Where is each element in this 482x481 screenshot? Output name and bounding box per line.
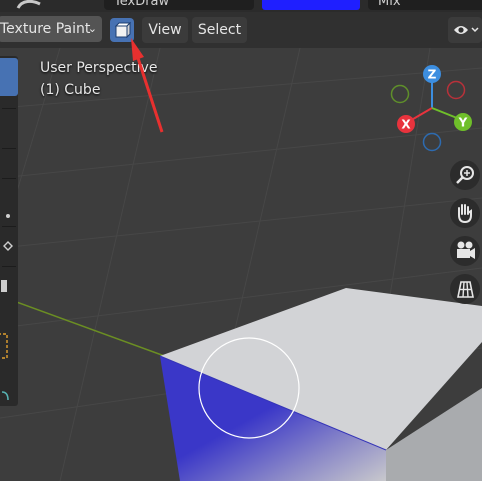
active-object-label: (1) Cube — [40, 82, 101, 98]
zoom-button[interactable] — [450, 160, 480, 190]
view-menu[interactable]: View — [142, 17, 188, 43]
toolbar-separator — [2, 226, 16, 227]
y-axis-line — [0, 295, 171, 359]
neg-x-axis-handle — [390, 84, 410, 104]
mode-dropdown[interactable]: Texture Paint ⌄ — [0, 16, 102, 42]
neg-z-axis-handle — [422, 132, 442, 152]
paint-mask-toggle[interactable] — [110, 18, 134, 42]
clone-icon — [3, 241, 13, 251]
hand-icon — [458, 204, 472, 224]
navigation-gizmo[interactable]: Z X Y — [386, 62, 478, 154]
camera-icon — [457, 241, 475, 259]
tool-shelf — [0, 56, 18, 406]
z-axis-label: Z — [428, 68, 437, 82]
smear-tool-button[interactable] — [0, 206, 18, 226]
annotate-tool-button[interactable] — [0, 386, 18, 408]
tool-settings-strip: TexDraw Mix — [0, 0, 482, 12]
neg-y-axis-handle — [446, 80, 466, 100]
mode-label: Texture Paint — [0, 21, 91, 37]
draw-tool-button[interactable] — [0, 58, 18, 96]
eye-icon — [454, 26, 479, 34]
select-menu[interactable]: Select — [192, 17, 247, 43]
zoom-icon — [456, 166, 474, 184]
chevron-down-icon: ⌄ — [87, 22, 97, 35]
grid-icon — [457, 281, 474, 298]
clone-tool-button[interactable] — [0, 236, 18, 256]
3d-viewport[interactable]: User Perspective (1) Cube Z X Y — [0, 48, 482, 481]
ortho-toggle-button[interactable] — [450, 274, 480, 304]
viewport-header: Texture Paint ⌄ View Select — [0, 12, 482, 48]
visibility-dropdown[interactable] — [448, 17, 482, 43]
cube-mask-icon — [114, 21, 132, 39]
toolbar-separator — [2, 108, 16, 109]
smear-icon — [6, 214, 10, 218]
blend-mode-dropdown[interactable]: Mix — [368, 0, 482, 10]
fill-icon — [1, 280, 7, 292]
camera-view-button[interactable] — [450, 236, 480, 266]
x-axis-label: X — [401, 118, 411, 132]
pan-button[interactable] — [450, 198, 480, 228]
perspective-label: User Perspective — [40, 60, 158, 76]
toolbar-separator — [2, 148, 16, 149]
box-mask-icon — [0, 333, 8, 359]
y-axis-label: Y — [458, 116, 468, 130]
brush-icon[interactable] — [12, 0, 46, 10]
toolbar-separator — [2, 178, 16, 179]
brush-name-field[interactable]: TexDraw — [104, 0, 254, 10]
annotate-icon — [1, 391, 9, 401]
brush-color-swatch[interactable] — [262, 0, 360, 10]
mask-tool-button[interactable] — [0, 331, 18, 361]
toolbar-separator — [2, 266, 16, 267]
fill-tool-button[interactable] — [0, 276, 18, 296]
